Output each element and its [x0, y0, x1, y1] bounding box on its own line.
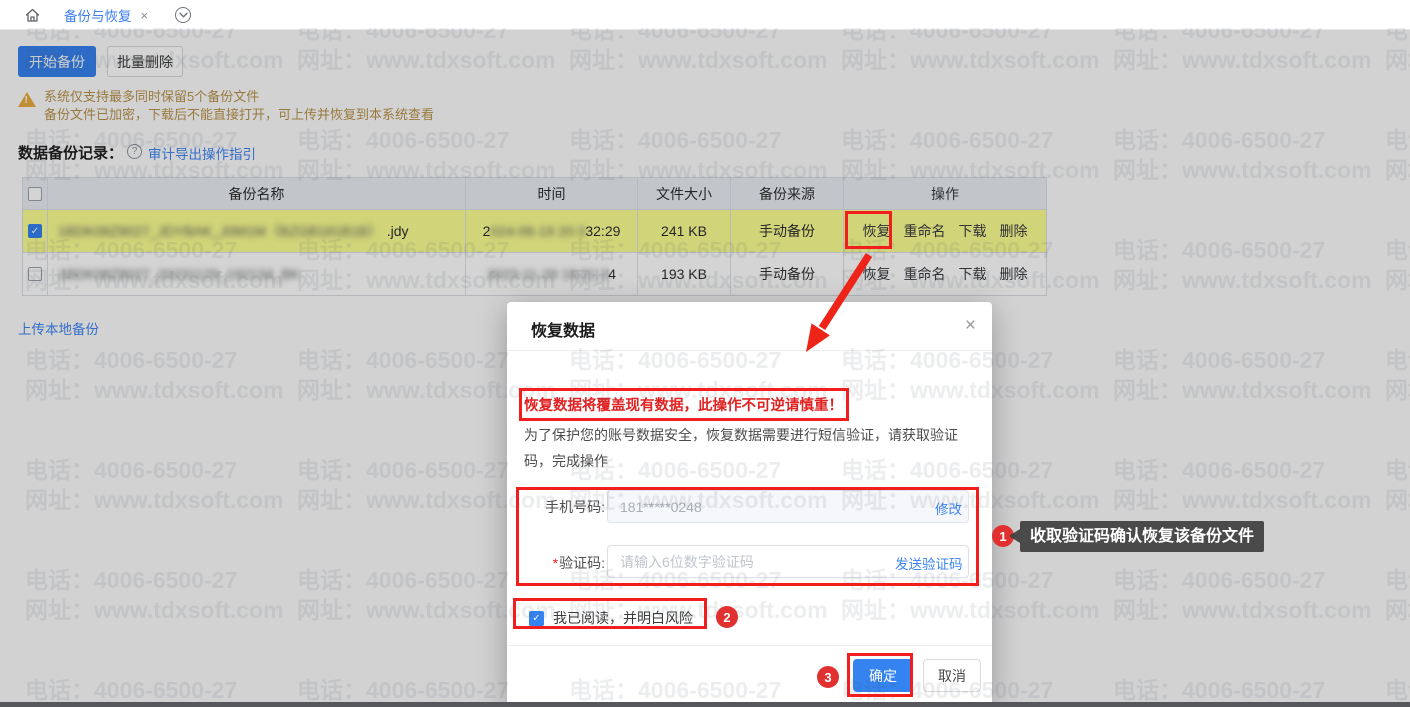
phone-input[interactable]: [607, 490, 969, 523]
tab-backup-restore[interactable]: 备份与恢复 ×: [56, 0, 156, 30]
backup-restore-page: 备份与恢复 × 开始备份 批量删除 系统仅支持最多同时保留5个备份文件 备份文件…: [0, 0, 1410, 707]
tab-list-dropdown-icon[interactable]: [175, 7, 191, 23]
phone-label: 手机号码:: [523, 497, 605, 517]
modal-close-icon[interactable]: ×: [965, 315, 976, 337]
tab-close-icon[interactable]: ×: [141, 8, 149, 23]
modal-description: 为了保护您的账号数据安全，恢复数据需要进行短信验证，请获取验证码，完成操作: [524, 422, 980, 474]
tab-bar: 备份与恢复 ×: [0, 0, 1410, 30]
agree-row[interactable]: 我已阅读，并明白风险: [529, 608, 693, 628]
send-code-link[interactable]: 发送验证码: [895, 553, 963, 573]
home-icon[interactable]: [24, 7, 41, 24]
modal-footer-divider: [507, 645, 992, 646]
code-label: *验证码:: [523, 553, 605, 573]
agree-checkbox[interactable]: [529, 611, 544, 626]
restore-data-modal: 恢复数据 × 恢复数据将覆盖现有数据，此操作不可逆请慎重！ 为了保护您的账号数据…: [507, 302, 992, 702]
modal-title: 恢复数据: [531, 317, 595, 341]
cancel-button[interactable]: 取消: [923, 659, 981, 692]
required-mark: *: [553, 555, 558, 571]
agree-label: 我已阅读，并明白风险: [553, 608, 693, 628]
modal-alert-text: 恢复数据将覆盖现有数据，此操作不可逆请慎重！: [524, 394, 843, 415]
tab-label: 备份与恢复: [64, 5, 132, 25]
modal-header: 恢复数据 ×: [507, 302, 992, 351]
confirm-button[interactable]: 确定: [853, 659, 913, 692]
modify-link[interactable]: 修改: [935, 498, 962, 518]
code-label-text: 验证码:: [559, 555, 605, 571]
window-bottom-edge: [0, 702, 1410, 707]
